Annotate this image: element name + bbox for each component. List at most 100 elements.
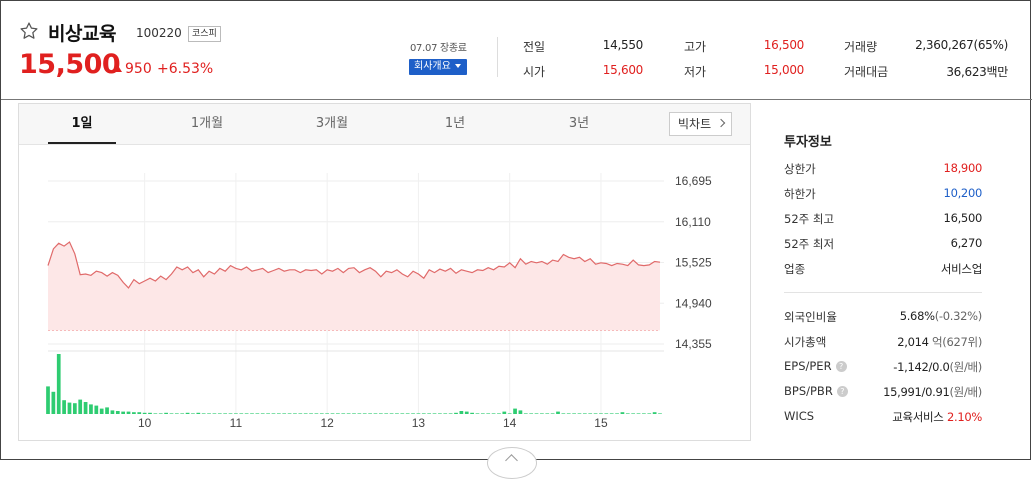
star-icon[interactable] xyxy=(19,21,39,41)
volume-bar xyxy=(561,413,566,414)
upper-limit-label: 상한가 xyxy=(784,162,816,176)
volume-bar xyxy=(438,413,442,414)
volume-bar xyxy=(99,408,104,414)
eps-per: -1,142/0.0 xyxy=(893,360,950,374)
volume-bar xyxy=(78,399,83,414)
upper-limit-value: 18,900 xyxy=(943,161,983,175)
x-tick-label: 10 xyxy=(138,416,152,430)
volume-bar xyxy=(341,413,346,414)
wics-sector: 교육서비스 xyxy=(892,410,944,424)
volume-bar xyxy=(566,413,571,414)
volume-bar xyxy=(169,413,174,414)
eps-per-unit: (원/배) xyxy=(949,360,982,374)
y-tick-label: 15,525 xyxy=(675,256,712,270)
price-chart[interactable]: 16,695 16,110 15,525 14,940 14,355 10 11 12 13 14… xyxy=(19,144,750,440)
x-tick-label: 11 xyxy=(230,416,243,430)
volume-bar xyxy=(652,412,657,414)
help-icon[interactable]: ? xyxy=(835,361,847,372)
tab-3month[interactable]: 3개월 xyxy=(297,104,367,144)
volume-bar xyxy=(287,413,292,414)
divider xyxy=(497,37,498,77)
prev-close-value: 14,550 xyxy=(602,38,644,52)
investment-info-panel: 투자정보 상한가 18,900 하한가 10,200 52주 최고 16,500… xyxy=(757,103,1011,441)
volume-bar xyxy=(121,411,126,414)
volume-bar xyxy=(486,413,491,414)
52w-low-label: 52주 최저 xyxy=(784,237,835,251)
volume-bar xyxy=(491,413,496,414)
volume-bar xyxy=(475,413,480,414)
sector-value[interactable]: 서비스업 xyxy=(941,261,982,277)
as-of-time: 07.07 장종료 xyxy=(410,43,467,54)
volume-bar xyxy=(572,413,576,414)
volume-bar xyxy=(577,413,582,414)
volume-bar xyxy=(276,413,281,414)
volume-bar xyxy=(260,413,265,414)
volume-bar xyxy=(223,413,228,414)
bigchart-label: 빅차트 xyxy=(678,117,712,131)
volume-bar xyxy=(357,413,362,414)
company-overview-button[interactable]: 회사개요 xyxy=(409,59,467,75)
tab-1day[interactable]: 1일 xyxy=(47,104,117,144)
info-row: BPS/PBR? 15,991/0.91(원/배) xyxy=(784,384,982,404)
stock-widget: 비상교육 100220 코스피 15,500 950 +6.53% 07.07 … xyxy=(0,0,1032,479)
x-tick-label: 14 xyxy=(503,416,517,430)
info-row: 하한가 10,200 xyxy=(784,186,982,206)
wics-value[interactable]: 교육서비스 2.10% xyxy=(892,409,982,425)
volume-bar xyxy=(72,403,77,414)
volume-bar xyxy=(448,413,453,414)
tab-1year[interactable]: 1년 xyxy=(420,104,490,144)
tab-1month[interactable]: 1개월 xyxy=(172,104,242,144)
info-row: WICS 교육서비스 2.10% xyxy=(784,409,982,429)
stock-name: 비상교육 xyxy=(48,23,116,45)
volume-bar xyxy=(352,413,356,414)
y-tick-label: 14,355 xyxy=(675,337,712,351)
volume-bar xyxy=(647,413,652,414)
volume-bar xyxy=(89,404,93,414)
help-icon[interactable]: ? xyxy=(836,386,848,397)
bps-pbr-unit: (원/배) xyxy=(949,385,982,399)
volume-bar xyxy=(244,413,249,414)
volume-bar xyxy=(604,413,609,414)
bigchart-button[interactable]: 빅차트 xyxy=(669,112,733,136)
volume-bar xyxy=(62,400,66,414)
lower-limit-label: 하한가 xyxy=(784,187,816,201)
volume-bar xyxy=(282,413,287,414)
volume-bar xyxy=(523,413,528,414)
price-area xyxy=(48,242,660,331)
info-row: 업종 서비스업 xyxy=(784,261,982,281)
low-value: 15,000 xyxy=(763,63,805,77)
volume-bar xyxy=(266,413,270,414)
volume-bar xyxy=(502,411,507,414)
bps-pbr-text: BPS/PBR xyxy=(784,384,833,398)
volume-value: 2,360,267(65%) xyxy=(915,38,1008,52)
volume-bar xyxy=(362,413,367,414)
company-overview-label: 회사개요 xyxy=(414,61,451,72)
section-divider xyxy=(784,292,982,293)
bps-pbr-label: BPS/PBR? xyxy=(784,384,848,398)
volume-bar xyxy=(201,413,206,414)
volume-bar xyxy=(207,413,211,414)
eps-per-text: EPS/PER xyxy=(784,359,832,373)
wics-label: WICS xyxy=(784,409,815,423)
volume-bar xyxy=(620,412,625,414)
volume-bar xyxy=(115,411,120,414)
volume-bar xyxy=(427,413,432,414)
y-tick-label: 16,695 xyxy=(675,174,712,188)
x-tick-label: 13 xyxy=(412,416,426,430)
volume-bar xyxy=(56,354,61,414)
eps-per-label: EPS/PER? xyxy=(784,359,847,373)
market-cap-value: 2,014 억(627위) xyxy=(897,334,982,350)
volume-bar xyxy=(389,413,394,414)
tab-3year[interactable]: 3년 xyxy=(544,104,614,144)
volume-bar xyxy=(540,413,544,414)
volume-bar xyxy=(94,405,99,414)
y-tick-label: 16,110 xyxy=(675,215,711,229)
volume-label: 거래량 xyxy=(844,40,878,54)
foreign-ratio: 5.68% xyxy=(899,309,935,323)
volume-bar xyxy=(309,413,313,414)
volume-bar xyxy=(174,413,179,414)
volume-bar xyxy=(191,413,195,414)
info-row: 외국인비율 5.68%(-0.32%) xyxy=(784,309,982,329)
volume-bar xyxy=(346,413,351,414)
period-tabs: 1일 1개월 3개월 1년 3년 빅차트 xyxy=(19,104,750,145)
